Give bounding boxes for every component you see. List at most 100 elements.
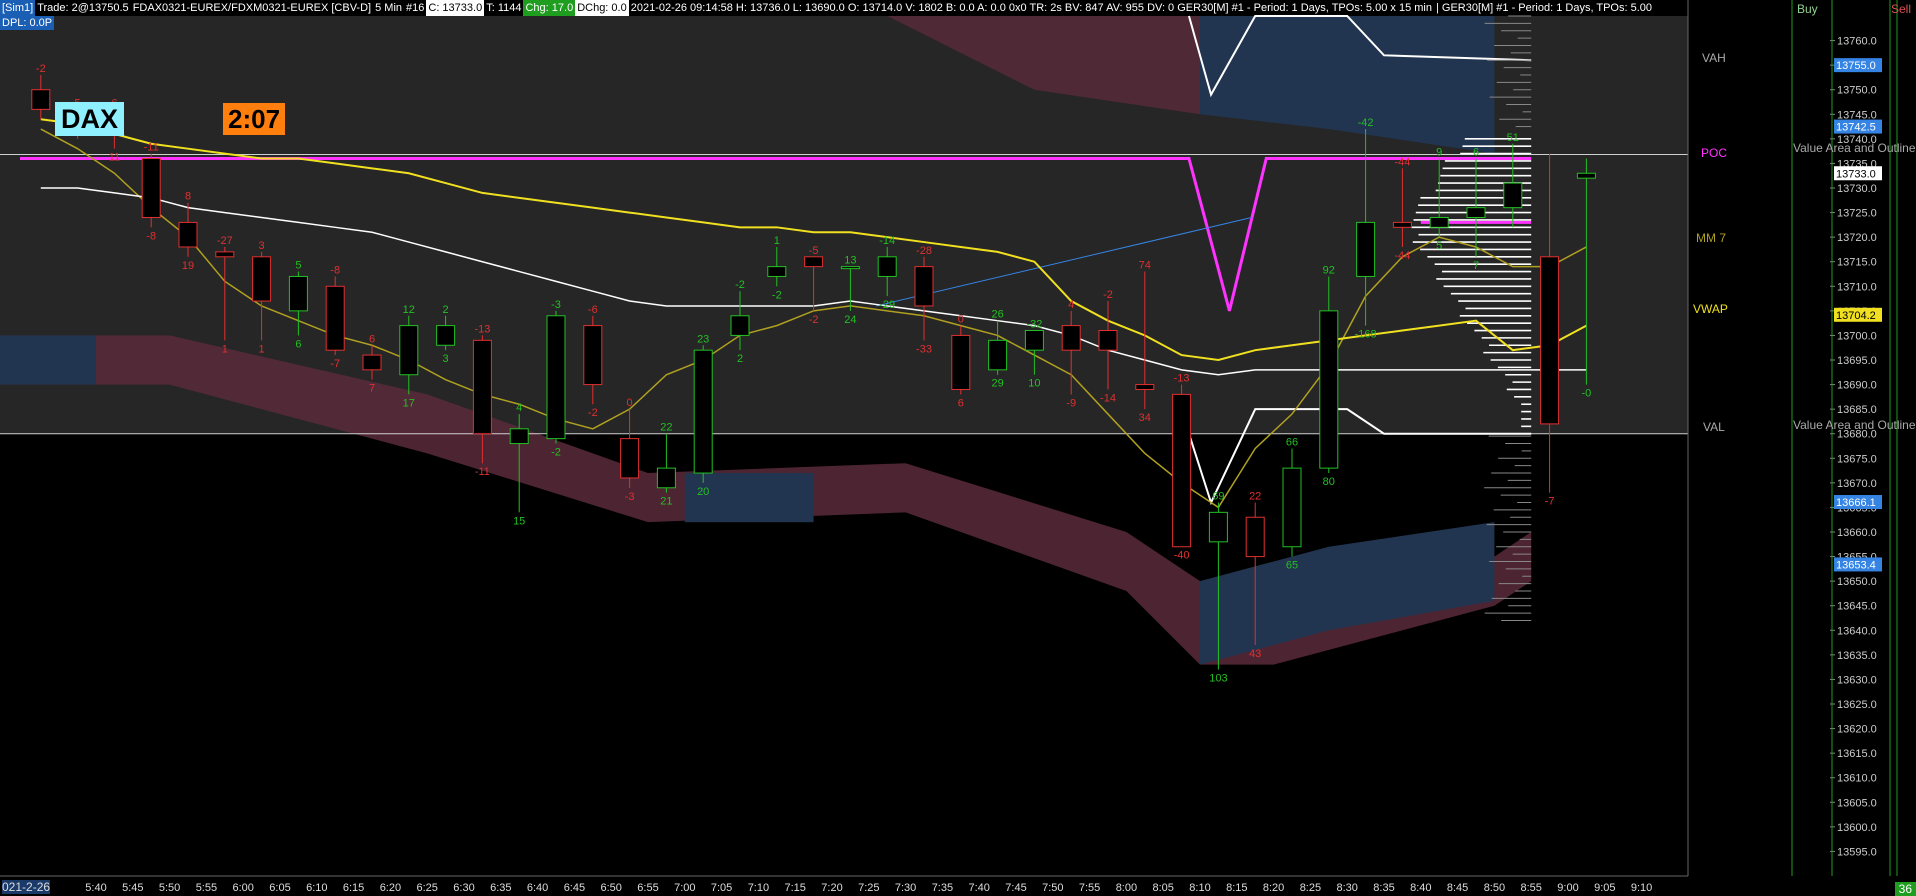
candle-body bbox=[1135, 384, 1155, 390]
candle-body bbox=[325, 285, 345, 351]
x-tick-label: 8:25 bbox=[1300, 882, 1321, 894]
candle-delta-bottom: -7 bbox=[330, 358, 340, 370]
candle-delta-top: -5 bbox=[809, 245, 819, 257]
candle-delta-bottom: 5 bbox=[1436, 240, 1442, 252]
lower-band-blue-left bbox=[0, 335, 96, 385]
candle-body bbox=[767, 266, 787, 277]
candle-delta-bottom: 6 bbox=[295, 338, 301, 350]
candle-delta-top: 12 bbox=[403, 304, 415, 316]
y-tick-label: 13760.0 bbox=[1837, 36, 1877, 48]
candle-body bbox=[804, 256, 824, 268]
candle-delta-top: 23 bbox=[697, 333, 709, 345]
price-tag-label: 13653.4 bbox=[1836, 559, 1876, 571]
trade-info: Trade: 2@13750.5 bbox=[37, 2, 129, 14]
candle-body bbox=[1282, 467, 1302, 548]
candle-delta-top: 22 bbox=[660, 422, 672, 434]
candle-body bbox=[877, 256, 897, 277]
candle-delta-top: -13 bbox=[1174, 373, 1190, 385]
x-tick-label: 7:50 bbox=[1042, 882, 1063, 894]
x-tick-label: 6:20 bbox=[380, 882, 401, 894]
x-tick-label: 8:00 bbox=[1116, 882, 1137, 894]
y-tick-label: 13640.0 bbox=[1837, 625, 1877, 637]
x-tick-label: 7:55 bbox=[1079, 882, 1100, 894]
candle-body bbox=[288, 275, 308, 312]
candle-delta-top: -2 bbox=[36, 63, 46, 75]
candle-delta-top: 0 bbox=[958, 314, 964, 326]
x-tick-label: 6:30 bbox=[453, 882, 474, 894]
poc-label: POC bbox=[1701, 146, 1728, 160]
chart-header: [Sim1] Trade: 2@13750.5 FDAX0321-EUREX/FDX… bbox=[0, 0, 1654, 16]
y-tick-label: 13715.0 bbox=[1837, 257, 1877, 269]
bar-stats-2: | GER30[M] #1 - Period: 1 Days, TPOs: 5.… bbox=[1435, 2, 1652, 14]
candle-body bbox=[914, 266, 934, 307]
y-tick-label: 13625.0 bbox=[1837, 699, 1877, 711]
candle-body bbox=[1503, 182, 1523, 209]
candle-delta-top: -32 bbox=[1026, 319, 1042, 331]
buy-column-header[interactable]: Buy bbox=[1797, 2, 1818, 16]
x-tick-label: 6:50 bbox=[600, 882, 621, 894]
candle-delta-bottom: -2 bbox=[809, 314, 819, 326]
price-tag-label: 13666.1 bbox=[1836, 497, 1876, 509]
candle-delta-top: -3 bbox=[551, 299, 561, 311]
candle-delta-top: 3 bbox=[259, 240, 265, 252]
candle-delta-bottom: -7 bbox=[1545, 496, 1555, 508]
candle-delta-bottom: -2 bbox=[772, 289, 782, 301]
candle-delta-top: -2 bbox=[735, 279, 745, 291]
candle-delta-top: 9 bbox=[1436, 147, 1442, 159]
candle-body bbox=[1540, 256, 1560, 425]
x-tick-label: 7:30 bbox=[895, 882, 916, 894]
candle-delta-bottom: 3 bbox=[443, 353, 449, 365]
x-tick-label: 8:10 bbox=[1189, 882, 1210, 894]
x-tick-label: 6:00 bbox=[232, 882, 253, 894]
candle-body bbox=[1319, 310, 1339, 469]
y-tick-label: 13595.0 bbox=[1837, 846, 1877, 858]
candle-delta-bottom: -11 bbox=[475, 466, 490, 478]
candle-body bbox=[988, 339, 1008, 371]
x-tick-label: 9:10 bbox=[1631, 882, 1652, 894]
candle-body bbox=[546, 315, 566, 440]
candle-delta-top: -8 bbox=[330, 264, 340, 276]
y-tick-label: 13620.0 bbox=[1837, 724, 1877, 736]
sell-column-header[interactable]: Sell bbox=[1891, 2, 1911, 16]
chart-canvas: -25611-11-8819-2713156-8-767121723-13-11… bbox=[0, 0, 1916, 896]
tick-count: T: 1144 bbox=[486, 2, 522, 14]
y-tick-label: 13645.0 bbox=[1837, 601, 1877, 613]
candle-body bbox=[730, 315, 750, 336]
candle-body bbox=[1245, 516, 1265, 558]
candle-delta-top: 13 bbox=[844, 255, 856, 267]
y-tick-label: 13745.0 bbox=[1837, 109, 1877, 121]
candle-delta-top: 6 bbox=[1473, 147, 1479, 159]
candle-delta-top: 2 bbox=[443, 304, 449, 316]
candle-body bbox=[1429, 216, 1449, 228]
x-tick-label: 6:25 bbox=[416, 882, 437, 894]
candle-delta-bottom: 10 bbox=[1028, 378, 1040, 390]
y-tick-label: 13615.0 bbox=[1837, 748, 1877, 760]
x-tick-label: 5:45 bbox=[122, 882, 143, 894]
candle-delta-top: -2 bbox=[1103, 289, 1113, 301]
y-tick-label: 13605.0 bbox=[1837, 797, 1877, 809]
price-tag-label: 13755.0 bbox=[1836, 60, 1876, 72]
candle-body bbox=[656, 467, 676, 489]
x-tick-label: 8:45 bbox=[1447, 882, 1468, 894]
val-label: VAL bbox=[1703, 420, 1725, 434]
candle-body bbox=[362, 354, 382, 371]
day-change: DChg: 0.0 bbox=[575, 0, 629, 16]
candle-body bbox=[1392, 221, 1412, 228]
y-tick-label: 13695.0 bbox=[1837, 355, 1877, 367]
x-tick-label: 6:05 bbox=[269, 882, 290, 894]
candle-delta-bottom: 21 bbox=[660, 496, 672, 508]
candle-body bbox=[1098, 330, 1118, 351]
sim-account[interactable]: [Sim1] bbox=[0, 0, 36, 16]
x-tick-label: 7:45 bbox=[1005, 882, 1026, 894]
candle-delta-bottom: -8 bbox=[146, 230, 156, 242]
candle-delta-bottom: 7 bbox=[369, 383, 375, 395]
bar-number: #16 bbox=[406, 2, 425, 14]
candle-body bbox=[1208, 511, 1228, 543]
candle-delta-top: 4 bbox=[516, 402, 522, 414]
candle-body bbox=[620, 438, 640, 479]
x-tick-label: 6:40 bbox=[527, 882, 548, 894]
candle-body bbox=[951, 334, 971, 390]
candle-delta-bottom: 103 bbox=[1209, 673, 1227, 685]
price-tag-label: 13733.0 bbox=[1836, 168, 1876, 180]
candle-delta-top: 1 bbox=[774, 235, 780, 247]
